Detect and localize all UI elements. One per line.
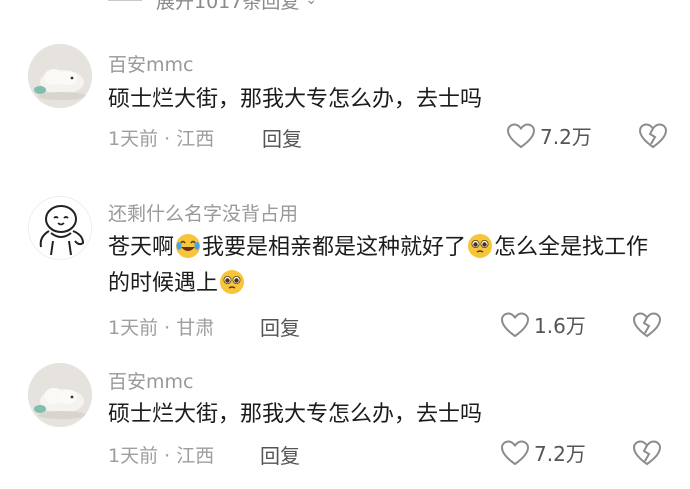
- comment-text-part: 我要是相亲都是这种就好了: [202, 235, 467, 260]
- like-button[interactable]: 7.2万: [506, 121, 592, 150]
- divider-line: [108, 0, 142, 1]
- comment-text: 硕士烂大街，那我大专怎么办，去士吗: [108, 402, 483, 427]
- comment-username[interactable]: 百安mmc: [108, 50, 193, 77]
- comment-username[interactable]: 百安mmc: [108, 367, 193, 394]
- comment-time-location: 1天前 · 江西: [108, 128, 215, 150]
- heart-icon: [500, 439, 530, 465]
- heart-icon: [500, 311, 530, 337]
- like-button[interactable]: 1.6万: [500, 310, 586, 339]
- like-count: 7.2万: [540, 125, 592, 149]
- comment-username[interactable]: 还剩什么名字没背占用: [108, 199, 298, 226]
- expand-replies-button[interactable]: 展开1017条回复 ⌄: [108, 0, 318, 13]
- broken-heart-icon: [638, 123, 668, 149]
- comment-time-location: 1天前 · 江西: [108, 445, 215, 467]
- dislike-button[interactable]: [638, 122, 668, 154]
- avatar-image: [29, 197, 91, 259]
- pleading-face-emoji: [468, 234, 493, 258]
- broken-heart-icon: [632, 312, 662, 338]
- crying-laughing-face-emoji: [176, 234, 201, 258]
- dislike-button[interactable]: [632, 311, 662, 343]
- pleading-face-emoji: [220, 270, 245, 294]
- heart-icon: [506, 122, 536, 148]
- reply-button[interactable]: 回复: [260, 440, 300, 469]
- like-count: 7.2万: [534, 442, 586, 466]
- comment-text: 硕士烂大街，那我大专怎么办，去士吗: [108, 87, 483, 112]
- dislike-button[interactable]: [632, 439, 662, 471]
- comment-item: 百安mmc 硕士烂大街，那我大专怎么办，去士吗 1天前 · 江西 回复 7.2万: [0, 44, 690, 164]
- comment-text: 苍天啊 我要是相亲都是这种就好了 怎么全是找工作的时候遇上: [108, 230, 666, 302]
- broken-heart-icon: [632, 440, 662, 466]
- like-button[interactable]: 7.2万: [500, 438, 586, 467]
- comment-time-location: 1天前 · 甘肃: [108, 317, 215, 339]
- reply-button[interactable]: 回复: [262, 123, 302, 152]
- comment-item: 还剩什么名字没背占用 苍天啊 我要是相亲都是这种就好了 怎么全是找工作的时候遇上…: [0, 196, 690, 346]
- comment-text-part: 苍天啊: [108, 235, 175, 260]
- expand-replies-label: 展开1017条回复: [156, 0, 300, 13]
- avatar[interactable]: [28, 44, 92, 108]
- chevron-down-icon: ⌄: [305, 0, 318, 8]
- like-count: 1.6万: [534, 314, 586, 338]
- reply-button[interactable]: 回复: [260, 312, 300, 341]
- comment-item: 百安mmc 硕士烂大街，那我大专怎么办，去士吗 1天前 · 江西 回复 7.2万: [0, 363, 690, 483]
- avatar-image: [28, 44, 92, 108]
- avatar[interactable]: [28, 363, 92, 427]
- avatar-image: [28, 363, 92, 427]
- avatar[interactable]: [28, 196, 92, 260]
